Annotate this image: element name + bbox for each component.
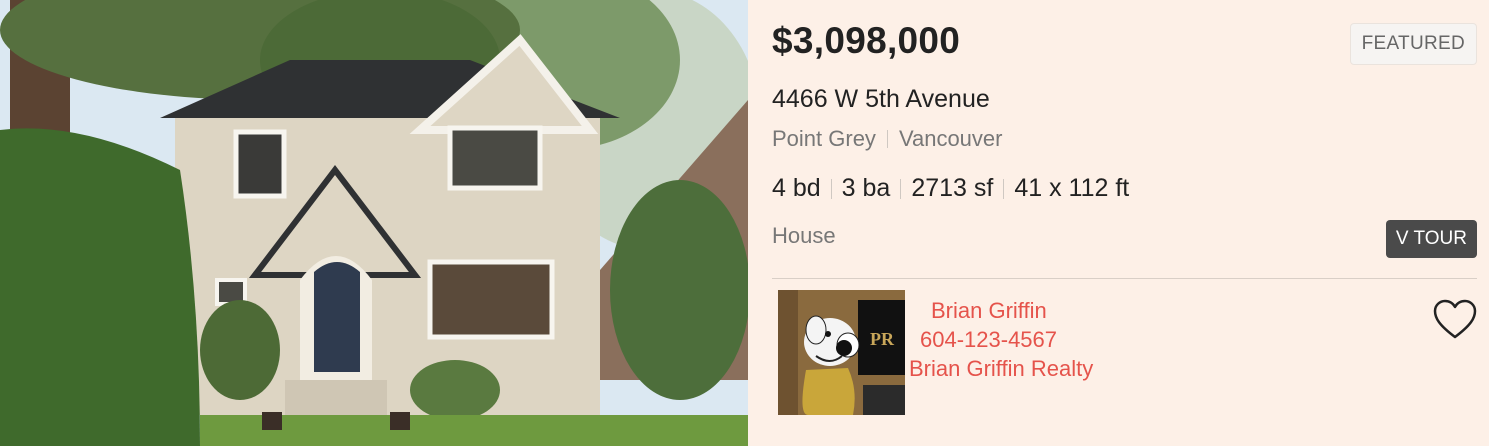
property-type: House bbox=[772, 223, 836, 248]
listing-specs: 4 bd 3 ba 2713 sf 41 x 112 ft bbox=[772, 174, 1129, 203]
separator bbox=[900, 178, 902, 199]
separator bbox=[886, 130, 888, 148]
svg-text:PR: PR bbox=[870, 329, 895, 349]
listing-card[interactable]: $3,098,000 FEATURED 4466 W 5th Avenue Po… bbox=[0, 0, 1489, 446]
agent-avatar: PR bbox=[778, 290, 905, 415]
listing-photo[interactable] bbox=[0, 0, 748, 446]
agent-name[interactable]: Brian Griffin bbox=[931, 298, 1047, 324]
separator bbox=[1003, 178, 1005, 199]
listing-details: $3,098,000 FEATURED 4466 W 5th Avenue Po… bbox=[748, 0, 1489, 446]
city: Vancouver bbox=[898, 126, 1003, 151]
listing-location: Point Grey Vancouver bbox=[772, 126, 1002, 152]
divider bbox=[772, 278, 1477, 279]
agent-company[interactable]: Brian Griffin Realty bbox=[909, 356, 1093, 382]
featured-badge: FEATURED bbox=[1349, 23, 1477, 65]
listing-address[interactable]: 4466 W 5th Avenue bbox=[772, 85, 990, 114]
favorite-heart-graphic bbox=[1433, 299, 1477, 339]
heart-icon[interactable] bbox=[1433, 299, 1477, 341]
baths: 3 ba bbox=[841, 174, 891, 202]
neighbourhood: Point Grey bbox=[772, 126, 876, 151]
listing-price: $3,098,000 bbox=[772, 20, 961, 61]
virtual-tour-button[interactable]: V TOUR bbox=[1385, 220, 1477, 258]
agent-portrait: PR bbox=[778, 290, 905, 415]
agent-phone[interactable]: 604-123-4567 bbox=[920, 327, 1057, 353]
beds: 4 bd bbox=[772, 174, 821, 202]
house-image bbox=[0, 0, 748, 446]
lot-size: 41 x 112 ft bbox=[1014, 174, 1130, 202]
separator bbox=[830, 178, 832, 199]
floor-area: 2713 sf bbox=[911, 174, 994, 202]
